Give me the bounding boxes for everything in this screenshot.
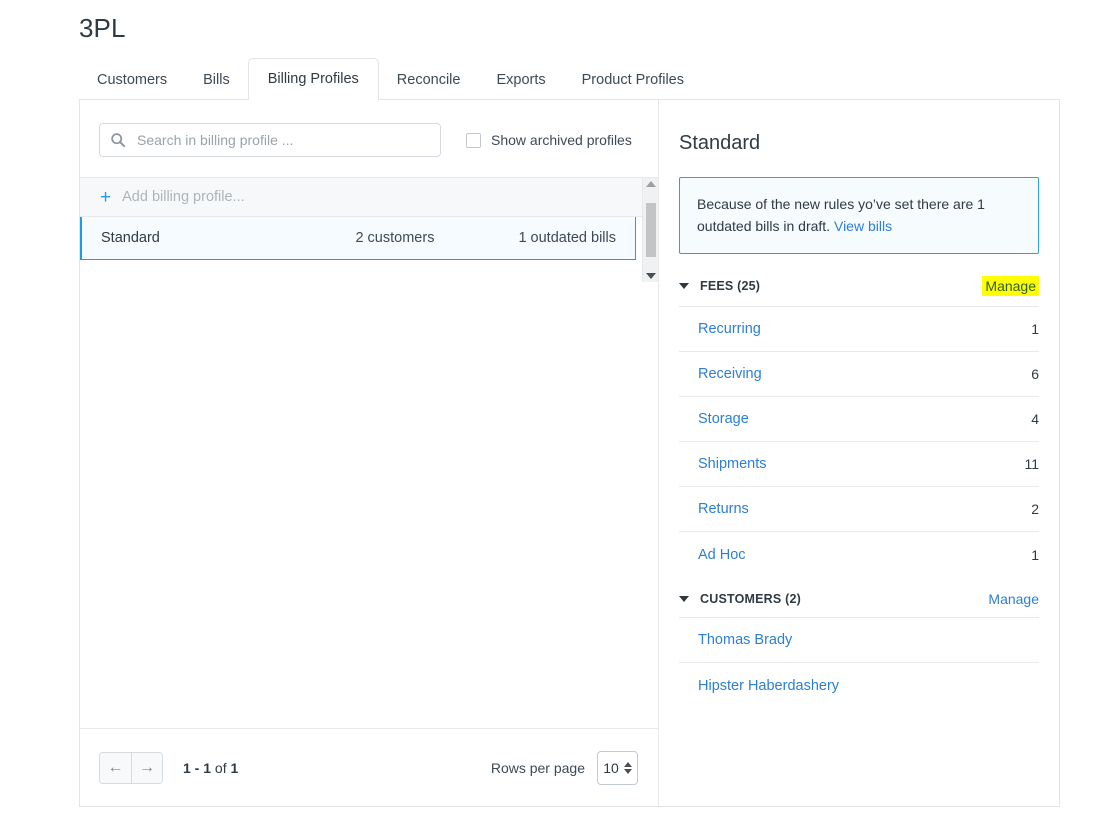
manage-customers-link[interactable]: Manage xyxy=(988,591,1039,607)
list-item[interactable]: Ad Hoc 1 xyxy=(679,532,1039,577)
pagination-range-total: 1 xyxy=(230,760,238,776)
fee-label: Recurring xyxy=(698,321,761,337)
pagination-range-current: 1 - 1 xyxy=(183,760,211,776)
arrow-left-icon[interactable]: ← xyxy=(100,753,131,783)
chevron-down-icon[interactable] xyxy=(679,596,689,602)
add-billing-profile-row[interactable]: + Add billing profile... xyxy=(80,177,658,217)
stepper-icon[interactable] xyxy=(624,762,632,774)
rows-per-page-value: 10 xyxy=(603,760,619,776)
tab-billing-profiles[interactable]: Billing Profiles xyxy=(248,58,379,100)
chevron-down-icon[interactable] xyxy=(679,283,689,289)
scroll-down-icon[interactable] xyxy=(646,273,656,279)
app-root: 3PL Customers Bills Billing Profiles Rec… xyxy=(0,0,1112,828)
customer-name: Hipster Haberdashery xyxy=(698,678,839,694)
fee-label: Returns xyxy=(698,501,749,517)
fee-label: Receiving xyxy=(698,366,762,382)
list-scrollbar[interactable] xyxy=(642,178,658,282)
manage-fees-link[interactable]: Manage xyxy=(982,276,1039,296)
fees-section-header: FEES (25) Manage xyxy=(679,276,1039,307)
fee-label: Ad Hoc xyxy=(698,547,746,563)
fee-count: 2 xyxy=(1031,501,1039,517)
profile-outdated-bills: 1 outdated bills xyxy=(518,230,616,246)
show-archived-label: Show archived profiles xyxy=(491,132,632,148)
tab-reconcile[interactable]: Reconcile xyxy=(379,60,479,100)
checkbox-box[interactable] xyxy=(466,133,481,148)
pagination-range-of: of xyxy=(211,760,230,776)
customers-list: Thomas Brady Hipster Haberdashery xyxy=(679,618,1039,708)
list-item[interactable]: Recurring 1 xyxy=(679,307,1039,352)
fee-label: Storage xyxy=(698,411,749,427)
detail-title: Standard xyxy=(679,100,1039,155)
rows-per-page-label: Rows per page xyxy=(491,760,585,776)
list-item[interactable]: Receiving 6 xyxy=(679,352,1039,397)
scroll-up-icon[interactable] xyxy=(646,181,656,187)
search-box[interactable] xyxy=(99,123,441,157)
fee-label: Shipments xyxy=(698,456,767,472)
show-archived-checkbox[interactable]: Show archived profiles xyxy=(466,132,632,148)
tab-exports[interactable]: Exports xyxy=(478,60,563,100)
fee-count: 11 xyxy=(1024,456,1039,472)
arrow-right-icon[interactable]: → xyxy=(131,753,162,783)
list-item[interactable]: Hipster Haberdashery xyxy=(679,663,1039,708)
fee-count: 1 xyxy=(1031,321,1039,337)
stepper-up-icon[interactable] xyxy=(624,762,632,767)
pagination-range: 1 - 1 of 1 xyxy=(183,760,238,776)
pagination-footer: ← → 1 - 1 of 1 Rows per page 10 xyxy=(80,728,658,806)
search-toolbar: Show archived profiles xyxy=(80,100,658,177)
fees-list: Recurring 1 Receiving 6 Storage 4 Shipme… xyxy=(679,307,1039,577)
customers-section-header: CUSTOMERS (2) Manage xyxy=(679,591,1039,618)
tab-bills[interactable]: Bills xyxy=(185,60,248,100)
view-bills-link[interactable]: View bills xyxy=(834,218,892,234)
page-title: 3PL xyxy=(79,13,126,44)
fee-count: 4 xyxy=(1031,411,1039,427)
fee-count: 1 xyxy=(1031,547,1039,563)
list-item[interactable]: Shipments 11 xyxy=(679,442,1039,487)
list-item[interactable]: Thomas Brady xyxy=(679,618,1039,663)
pagination-controls: ← → xyxy=(99,752,163,784)
detail-column: Standard Because of the new rules yo’ve … xyxy=(659,100,1059,806)
scrollbar-thumb[interactable] xyxy=(646,203,656,257)
profile-customers: 2 customers xyxy=(355,230,434,246)
tab-customers[interactable]: Customers xyxy=(79,60,185,100)
stepper-down-icon[interactable] xyxy=(624,769,632,774)
search-input[interactable] xyxy=(135,131,430,149)
list-item[interactable]: Storage 4 xyxy=(679,397,1039,442)
table-row[interactable]: Standard 2 customers 1 outdated bills xyxy=(80,216,636,260)
fees-section-title: FEES (25) xyxy=(700,279,760,293)
add-billing-profile-label: Add billing profile... xyxy=(122,189,245,205)
customer-name: Thomas Brady xyxy=(698,632,792,648)
fee-count: 6 xyxy=(1031,366,1039,382)
list-item[interactable]: Returns 2 xyxy=(679,487,1039,532)
customers-section-title: CUSTOMERS (2) xyxy=(700,592,801,606)
outdated-bills-notice: Because of the new rules yo’ve set there… xyxy=(679,177,1039,254)
profiles-column: Show archived profiles + Add billing pro… xyxy=(80,100,659,806)
tab-product-profiles[interactable]: Product Profiles xyxy=(564,60,702,100)
rows-per-page-select[interactable]: 10 xyxy=(597,751,638,785)
profile-name: Standard xyxy=(82,230,160,246)
plus-icon: + xyxy=(100,188,111,207)
content-panel: Show archived profiles + Add billing pro… xyxy=(79,99,1060,807)
search-icon xyxy=(110,132,126,148)
tab-bar: Customers Bills Billing Profiles Reconci… xyxy=(79,60,1060,100)
